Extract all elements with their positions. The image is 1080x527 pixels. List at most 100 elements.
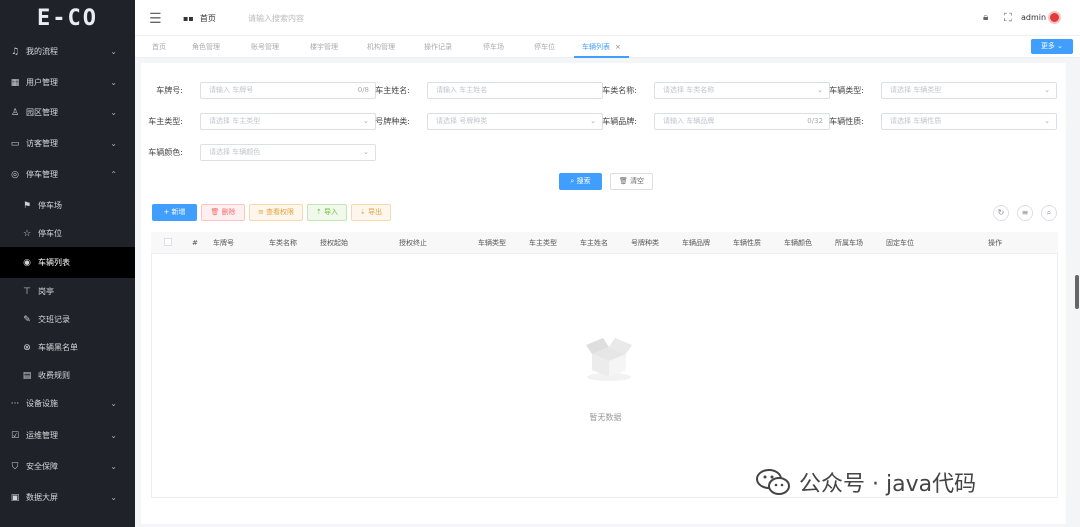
lock-icon[interactable]: 🔒︎ (983, 12, 988, 23)
import-button[interactable]: ⇡ 导入 (307, 204, 347, 221)
col-auth-start[interactable]: 授权起始 (320, 232, 348, 254)
brand-counter: 0/32 (807, 117, 823, 125)
plate-kind-label: 号牌种类: (375, 117, 410, 126)
sidebar-item-label: 设备设施 (26, 399, 58, 408)
sidebar-item-label: 我的流程 (26, 47, 58, 56)
checklist-icon: ☑ (10, 430, 20, 441)
trash-icon: 🗑︎ (210, 208, 220, 216)
tab-home[interactable]: 首页 (152, 36, 166, 58)
col-car-type[interactable]: 车辆类型 (478, 232, 506, 254)
username[interactable]: admin (1021, 13, 1046, 22)
plate-input[interactable]: 请输入 车牌号 0/8 (200, 82, 376, 99)
col-category[interactable]: 车类名称 (269, 232, 297, 254)
tab-close-icon[interactable]: × (615, 43, 621, 51)
add-button[interactable]: + 新增 (152, 204, 197, 221)
search-button[interactable]: ⌕ 搜索 (559, 173, 602, 190)
category-select[interactable]: 请选择 车类名称 ⌄ (654, 82, 830, 99)
top-search-input[interactable]: 请输入搜索内容 (248, 13, 304, 24)
sidebar-item-grid[interactable]: ▦ 用户管理 ⌄ (0, 67, 135, 98)
lines-icon: ≡ (257, 208, 264, 216)
auth-button[interactable]: ≡ 查看权限 (249, 204, 303, 221)
col-plate[interactable]: 车牌号 (213, 232, 234, 254)
chevron-icon: ⌄ (110, 493, 117, 502)
home-grid-icon: ▪▪ (183, 14, 194, 23)
tab-oplog[interactable]: 操作记录 (424, 36, 452, 58)
refresh-icon[interactable]: ↻ (993, 205, 1009, 221)
chevron-icon: ⌄ (110, 78, 117, 87)
sidebar-item-label: 停车管理 (26, 170, 58, 179)
columns-icon[interactable]: ≡ (1017, 205, 1033, 221)
sidebar-item-star[interactable]: ☆ 停车位 (0, 218, 135, 249)
owner-input[interactable]: 请输入 车主姓名 (427, 82, 603, 99)
avatar[interactable] (1048, 11, 1061, 24)
chevron-down-icon: ⌄ (817, 86, 823, 94)
chevron-down-icon: ⌄ (590, 117, 596, 125)
brand-input[interactable]: 请输入 车辆品牌 0/32 (654, 113, 830, 130)
chevron-down-icon: ⌄ (1044, 86, 1050, 94)
sidebar-item-shield[interactable]: ⛉ 安全保障 ⌄ (0, 451, 135, 482)
delete-button[interactable]: 🗑︎ 删除 (201, 204, 245, 221)
sidebar-item-booth[interactable]: ⊤ 岗亭 (0, 276, 135, 307)
tab-vehicle-list[interactable]: 车辆列表 × (574, 36, 629, 58)
menu-toggle-icon[interactable]: ☰ (149, 11, 162, 27)
more-button[interactable]: 更多 ⌄ (1031, 39, 1073, 54)
sidebar-item-label: 停车场 (38, 201, 62, 210)
color-select[interactable]: 请选择 车辆颜色 ⌄ (200, 144, 376, 161)
col-color[interactable]: 车辆颜色 (784, 232, 812, 254)
grid-icon: ▦ (10, 77, 20, 88)
sidebar-item-monitor[interactable]: ▭ 访客管理 ⌄ (0, 128, 135, 159)
sidebar-item-user[interactable]: ♙ 园区管理 ⌄ (0, 97, 135, 128)
col-brand[interactable]: 车辆品牌 (682, 232, 710, 254)
sidebar-item-dots[interactable]: ··· 设备设施 ⌄ (0, 388, 135, 419)
chevron-icon: ⌄ (110, 108, 117, 117)
plate-kind-select[interactable]: 请选择 号牌种类 ⌄ (427, 113, 603, 130)
shield-icon: ⛉ (11, 461, 19, 472)
tab-parking-lot[interactable]: 停车场 (483, 36, 504, 58)
col-nature[interactable]: 车辆性质 (733, 232, 761, 254)
breadcrumb-home[interactable]: ▪▪ 首页 (183, 13, 216, 24)
sidebar-item-flag[interactable]: ⚑ 停车场 (0, 190, 135, 221)
sidebar-item-table[interactable]: ▤ 收费规则 (0, 360, 135, 391)
page-scrollbar[interactable] (1075, 275, 1079, 309)
owner-type-select[interactable]: 请选择 车主类型 ⌄ (200, 113, 376, 130)
top-bar: ☰ ▪▪ 首页 请输入搜索内容 🔒︎ ⛶ admin (135, 0, 1080, 36)
tab-role[interactable]: 角色管理 (192, 36, 220, 58)
tab-building[interactable]: 楼宇管理 (310, 36, 338, 58)
sidebar: E-CO ♫ 我的流程 ⌄ ▦ 用户管理 ⌄ ♙ 园区管理 ⌄ ▭ 访客管理 ⌄ ◎ 停车管理 ⌃ ⚑ 停车场 ☆… (0, 0, 135, 527)
sidebar-item-dashboard[interactable]: ▣ 数据大屏 ⌄ (0, 482, 135, 513)
col-lot[interactable]: 所属车场 (835, 232, 863, 254)
car-type-select[interactable]: 请选择 车辆类型 ⌄ (881, 82, 1057, 99)
plus-icon: + (163, 208, 170, 216)
chevron-icon: ⌄ (110, 431, 117, 440)
booth-icon: ⊤ (23, 286, 31, 297)
col-owner-name[interactable]: 车主姓名 (580, 232, 608, 254)
table-header: # 车牌号 车类名称 授权起始 授权终止 车辆类型 车主类型 车主姓名 号牌种类… (151, 232, 1058, 254)
sidebar-item-compass[interactable]: ◎ 停车管理 ⌃ (0, 159, 135, 190)
sidebar-item-label: 岗亭 (38, 287, 54, 296)
col-auth-end[interactable]: 授权终止 (399, 232, 427, 254)
col-plate-kind[interactable]: 号牌种类 (631, 232, 659, 254)
chevron-icon: ⌄ (110, 139, 117, 148)
tab-org[interactable]: 机构管理 (367, 36, 395, 58)
col-fixed-space[interactable]: 固定车位 (886, 232, 914, 254)
table-body: 暂无数据 (151, 254, 1058, 498)
col-owner-type[interactable]: 车主类型 (529, 232, 557, 254)
dots-icon: ··· (10, 398, 20, 409)
search-toggle-icon[interactable]: ⌕ (1041, 205, 1057, 221)
select-all-checkbox[interactable] (164, 238, 172, 246)
tab-account[interactable]: 账号管理 (251, 36, 279, 58)
clear-button[interactable]: 🗑︎ 清空 (610, 173, 653, 190)
sidebar-item-edit[interactable]: ✎ 交班记录 (0, 304, 135, 335)
nature-select[interactable]: 请选择 车辆性质 ⌄ (881, 113, 1057, 130)
flag-icon: ⚑ (22, 200, 32, 211)
export-button[interactable]: ⇣ 导出 (351, 204, 391, 221)
sidebar-item-block[interactable]: ⊗ 车辆黑名单 (0, 332, 135, 363)
tab-parking-space[interactable]: 停车位 (534, 36, 555, 58)
sidebar-item-bell[interactable]: ♫ 我的流程 ⌄ (0, 36, 135, 67)
wechat-icon (756, 469, 790, 495)
fullscreen-icon[interactable]: ⛶ (1004, 11, 1012, 25)
vehicle-panel: 车牌号: 请输入 车牌号 0/8 车主姓名: 请输入 车主姓名 车类名称: 请选择… (141, 63, 1066, 524)
bell-icon: ♫ (10, 46, 20, 57)
sidebar-item-location[interactable]: ◉ 车辆列表 (0, 247, 135, 278)
sidebar-item-checklist[interactable]: ☑ 运维管理 ⌄ (0, 420, 135, 451)
